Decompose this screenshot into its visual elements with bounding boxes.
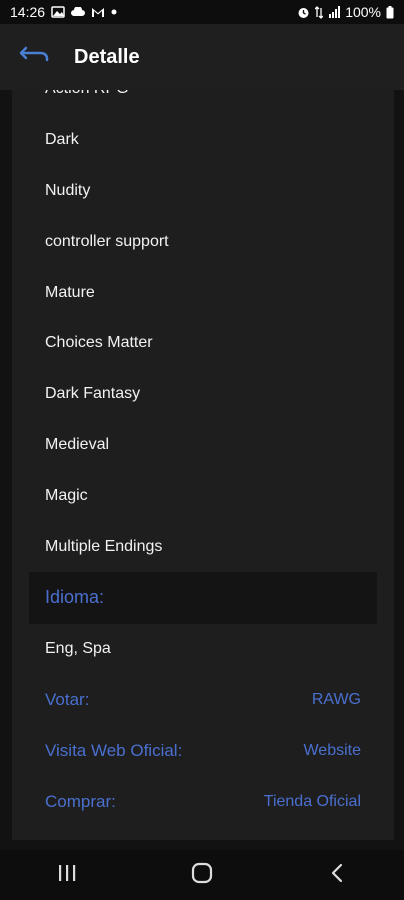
tag-item: Choices Matter	[12, 318, 394, 369]
language-value-row: Eng, Spa	[12, 624, 394, 675]
chevron-left-icon	[330, 863, 344, 888]
status-bar: 14:26 100%	[0, 0, 404, 24]
tag-item-cutoff: Action RPG	[12, 90, 394, 115]
store-link[interactable]: Tienda Oficial	[264, 793, 361, 811]
rawg-link[interactable]: RAWG	[312, 691, 361, 709]
image-icon	[51, 6, 65, 18]
tag-item: Mature	[12, 267, 394, 318]
cloud-icon	[71, 7, 85, 17]
tag-label: Multiple Endings	[45, 537, 163, 555]
app-bar: Detalle	[0, 24, 404, 90]
tag-label: Dark Fantasy	[45, 385, 141, 403]
detail-list: Action RPG Dark Nudity controller suppor…	[12, 90, 394, 827]
tag-item: Nudity	[12, 166, 394, 217]
recents-button[interactable]	[37, 853, 97, 897]
home-icon	[191, 862, 213, 889]
page-title: Detalle	[74, 45, 140, 68]
vote-row: Votar: RAWG	[12, 675, 394, 726]
dot-icon	[111, 9, 117, 15]
home-button[interactable]	[172, 853, 232, 897]
tag-item: controller support	[12, 216, 394, 267]
vote-label: Votar:	[45, 690, 90, 710]
detail-card: Action RPG Dark Nudity controller suppor…	[12, 90, 394, 840]
tag-label: Magic	[45, 486, 88, 504]
alarm-icon	[297, 6, 310, 19]
tag-label: Choices Matter	[45, 334, 153, 352]
website-row: Visita Web Oficial: Website	[12, 726, 394, 777]
tag-item: Magic	[12, 470, 394, 521]
back-nav-button[interactable]	[307, 853, 367, 897]
tag-item: Medieval	[12, 420, 394, 471]
status-time: 14:26	[10, 4, 46, 20]
data-arrows-icon	[315, 5, 324, 19]
recents-icon	[57, 864, 77, 887]
buy-label: Comprar:	[45, 791, 116, 811]
website-link[interactable]: Website	[303, 742, 361, 760]
tag-item: Dark Fantasy	[12, 369, 394, 420]
language-header-label: Idioma:	[45, 587, 105, 608]
tag-label: Action RPG	[45, 90, 129, 98]
gmail-icon	[91, 7, 105, 18]
signal-icon	[328, 6, 341, 18]
tag-item: Multiple Endings	[12, 521, 394, 572]
language-header: Idioma:	[29, 571, 377, 624]
language-value: Eng, Spa	[45, 640, 111, 658]
buy-row: Comprar: Tienda Oficial	[12, 776, 394, 827]
tag-label: Medieval	[45, 435, 110, 453]
system-nav-bar	[0, 850, 404, 900]
tag-label: Dark	[45, 131, 79, 149]
battery-percent: 100%	[345, 4, 381, 20]
tag-item: Dark	[12, 115, 394, 166]
tag-label: Nudity	[45, 181, 91, 199]
back-arrow-icon	[18, 45, 50, 70]
back-button[interactable]	[2, 24, 66, 90]
tag-label: Mature	[45, 283, 95, 301]
battery-icon	[386, 5, 394, 19]
website-label: Visita Web Oficial:	[45, 740, 183, 760]
tag-label: controller support	[45, 232, 169, 250]
